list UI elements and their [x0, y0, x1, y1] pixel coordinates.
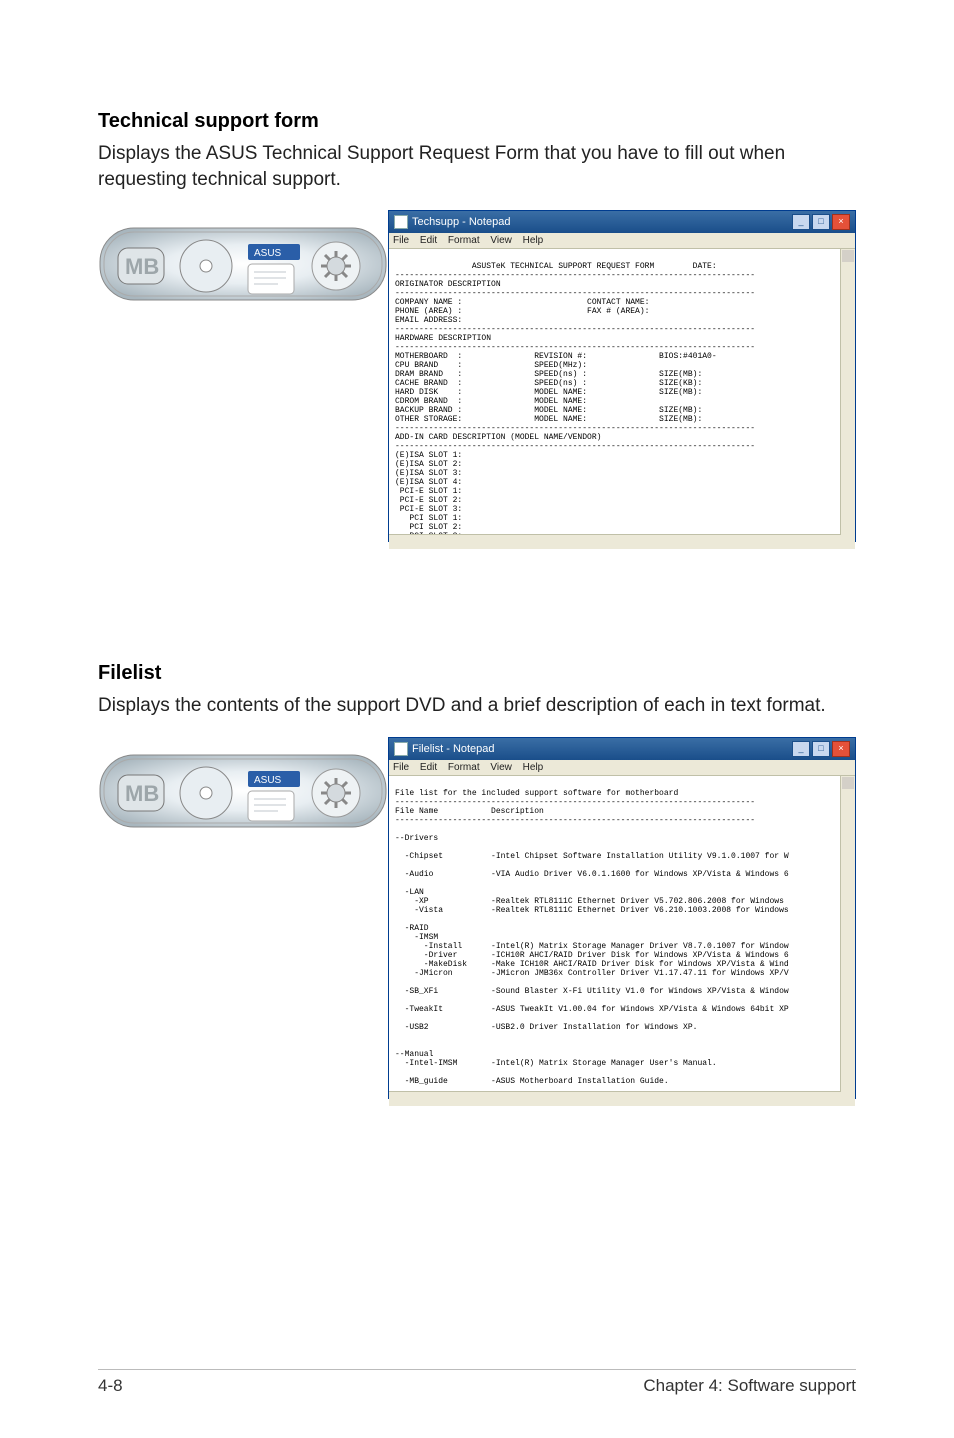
disc-illustration-1: MB ASUS — [98, 210, 388, 330]
notepad-body[interactable]: File list for the included support softw… — [389, 776, 855, 1106]
svg-text:MB: MB — [125, 254, 159, 279]
menu-help[interactable]: Help — [523, 235, 544, 246]
close-button[interactable]: × — [832, 214, 850, 230]
lead-techsupport: Displays the ASUS Technical Support Requ… — [98, 141, 856, 192]
menu-help[interactable]: Help — [523, 762, 544, 773]
menu-file[interactable]: File — [393, 762, 409, 773]
menu-view[interactable]: View — [490, 762, 512, 773]
notepad-body[interactable]: ASUSTeK TECHNICAL SUPPORT REQUEST FORM D… — [389, 249, 855, 549]
menu-file[interactable]: File — [393, 235, 409, 246]
svg-text:MB: MB — [125, 781, 159, 806]
minimize-button[interactable]: _ — [792, 741, 810, 757]
lead-filelist: Displays the contents of the support DVD… — [98, 693, 856, 719]
vertical-scrollbar[interactable] — [840, 249, 855, 549]
notepad-icon — [394, 742, 408, 756]
chapter-label: Chapter 4: Software support — [643, 1376, 856, 1396]
menu-bar[interactable]: File Edit Format View Help — [389, 760, 855, 776]
minimize-button[interactable]: _ — [792, 214, 810, 230]
horizontal-scrollbar[interactable] — [389, 1091, 841, 1106]
notepad-window-techsupp: Techsupp - Notepad _ □ × File Edit Forma… — [388, 210, 856, 542]
window-title-text: Filelist - Notepad — [412, 743, 495, 755]
notepad-icon — [394, 215, 408, 229]
horizontal-scrollbar[interactable] — [389, 534, 841, 549]
menu-format[interactable]: Format — [448, 235, 480, 246]
window-title-text: Techsupp - Notepad — [412, 216, 510, 228]
window-titlebar[interactable]: Filelist - Notepad _ □ × — [389, 738, 855, 760]
window-titlebar[interactable]: Techsupp - Notepad _ □ × — [389, 211, 855, 233]
menu-view[interactable]: View — [490, 235, 512, 246]
menu-edit[interactable]: Edit — [420, 762, 437, 773]
disc-illustration-2: MB ASUS — [98, 737, 388, 857]
vertical-scrollbar[interactable] — [840, 776, 855, 1106]
menu-edit[interactable]: Edit — [420, 235, 437, 246]
maximize-button[interactable]: □ — [812, 741, 830, 757]
notepad-window-filelist: Filelist - Notepad _ □ × File Edit Forma… — [388, 737, 856, 1099]
heading-filelist: Filelist — [98, 662, 856, 685]
svg-text:ASUS: ASUS — [254, 775, 282, 786]
techsupp-text: ASUSTeK TECHNICAL SUPPORT REQUEST FORM D… — [395, 262, 755, 549]
menu-format[interactable]: Format — [448, 762, 480, 773]
page-number: 4-8 — [98, 1376, 123, 1396]
maximize-button[interactable]: □ — [812, 214, 830, 230]
heading-techsupport: Technical support form — [98, 110, 856, 133]
close-button[interactable]: × — [832, 741, 850, 757]
menu-bar[interactable]: File Edit Format View Help — [389, 233, 855, 249]
filelist-text: File list for the included support softw… — [395, 789, 789, 1086]
svg-text:ASUS: ASUS — [254, 248, 282, 259]
